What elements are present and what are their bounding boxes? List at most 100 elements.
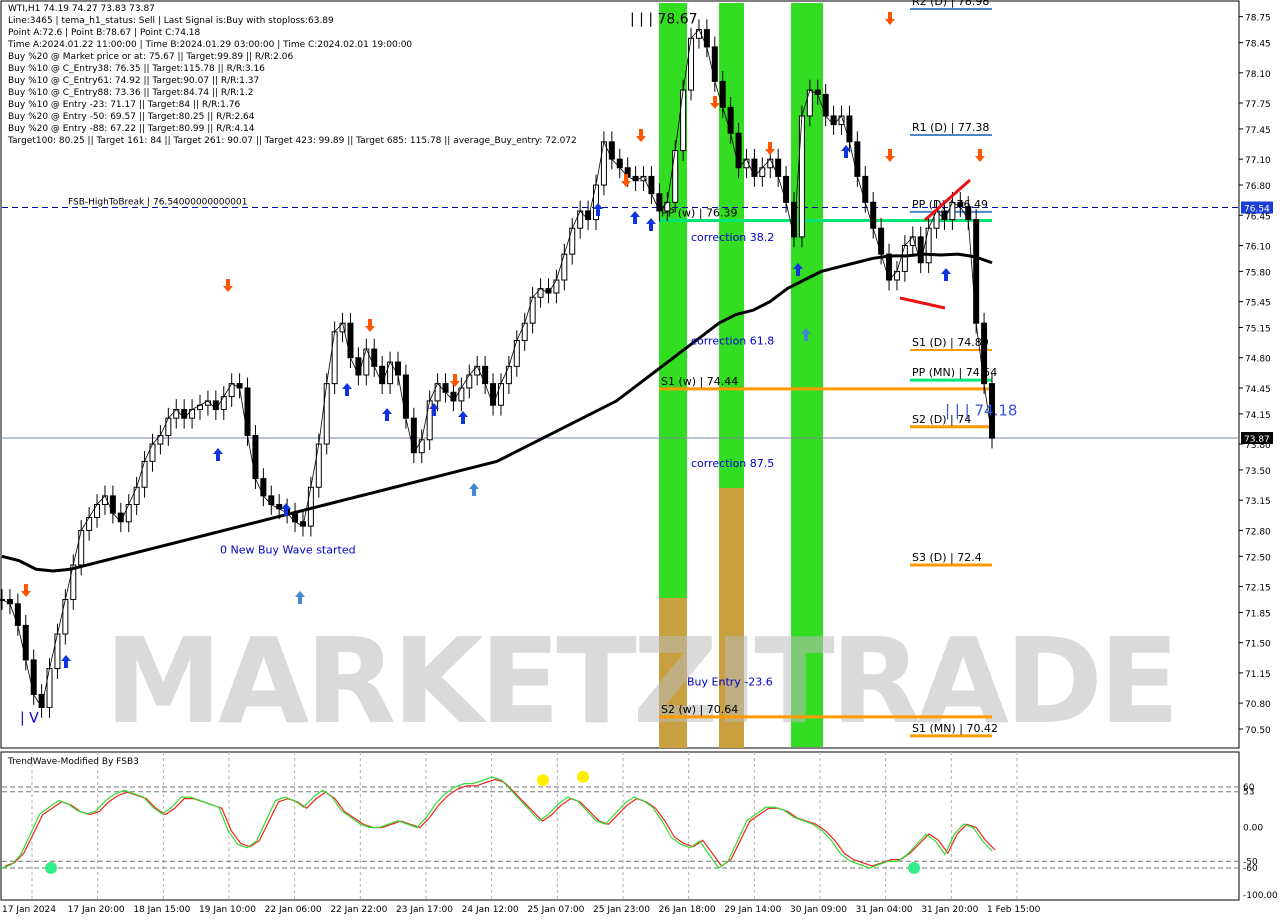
chart-annotation: correction 61.8 [691,334,774,347]
level-label: S1 (MN) | 70.42 [912,722,998,735]
y-tick-label: 72.80 [1245,527,1271,537]
candle-body [680,89,687,152]
candle-body [949,201,956,221]
level-label: S3 (D) | 72.4 [912,551,982,564]
candle-body [798,115,805,238]
y-tick-label: 75.45 [1245,299,1271,309]
y-tick-label: 75.80 [1245,268,1271,278]
candle-body [371,348,378,367]
x-tick-label: 22 Jan 06:00 [265,905,322,915]
candle-body [173,409,180,419]
candle-body [450,391,457,402]
chart-annotation: Buy Entry -23.6 [687,676,773,689]
candle-body [395,361,401,376]
oscillator-tick-label: -60 [1243,864,1258,874]
info-line: Buy %10 @ Entry -23: 71.17 || Target:84 … [8,100,241,110]
info-line: Buy %20 @ Market price or at: 75.67 || T… [8,52,294,62]
y-tick-label: 77.75 [1245,100,1271,110]
candle-body [521,322,528,341]
y-tick-label: 72.50 [1245,553,1271,563]
x-tick-label: 30 Jan 09:00 [790,905,847,915]
candle-body [497,383,504,406]
candle-body [688,37,695,91]
candle-body [925,227,932,264]
oscillator-marker [577,770,589,783]
x-tick-label: 31 Jan 20:00 [921,905,978,915]
candle-body [917,236,924,264]
info-panel: WTI,H1 74.19 74.27 73.83 73.87 Line:3465… [8,3,577,147]
candle-body [482,365,489,385]
level-label: S2 (w) | 70.64 [661,703,738,716]
candle-body [252,434,259,480]
y-tick-label: 73.15 [1245,497,1271,507]
candle-body [220,396,227,411]
x-tick-label: 22 Jan 22:00 [330,905,387,915]
candle-body [719,80,726,108]
oscillator-marker [908,862,920,874]
info-line: Point A:72.6 | Point B:78.67 | Point C:7… [8,28,201,38]
candle-body [181,409,188,419]
candle-body [434,383,441,402]
candle-body [94,504,101,518]
candle-body [157,434,164,445]
candle-body [513,339,520,367]
candle-body [727,106,734,134]
x-tick-label: 17 Jan 2024 [2,905,56,915]
candle-body [323,383,330,445]
x-tick-label: 31 Jan 04:00 [856,905,913,915]
oscillator-tick-label: -100.00 [1243,891,1278,901]
info-line: Time A:2024.01.22 11:00:00 | Time B:2024… [8,40,413,50]
candle-body [854,141,861,177]
candle-body [672,150,679,203]
candle-body [981,322,988,385]
y-tick-label: 70.50 [1245,726,1271,736]
y-tick-label: 78.75 [1245,14,1271,24]
chart-annotation: | | | 78.67 [630,11,698,27]
candle-body [490,383,497,406]
candle-body [561,253,568,281]
candle-body [806,89,813,117]
y-axis: 78.75 78.45 78.10 77.75 77.45 77.10 76.80 76.45… [1239,14,1271,736]
oscillator-label: TrendWave-Modified By FSB3 [7,757,139,767]
oscillator-pane-frame [0,751,1240,901]
candle-body [355,357,362,376]
oscillator-tick-label: 0.00 [1243,824,1263,834]
candle-body [418,439,425,454]
candle-body [244,387,251,436]
y-tick-label: 71.85 [1245,609,1271,619]
info-line: Line:3465 | tema_h1_status: Sell | Last … [8,16,334,26]
y-tick-label: 71.50 [1245,640,1271,650]
candle-body [751,158,758,177]
level-label: PP (w) | 76.39 [661,206,738,219]
info-line: Buy %10 @ C_Entry88: 73.36 || Target:84.… [8,88,254,98]
x-tick-label: 24 Jan 12:00 [462,905,519,915]
y-tick-label: 77.10 [1245,156,1271,166]
candle-body [664,201,671,212]
candle-body [347,322,354,359]
candle-body [458,387,465,402]
candle-body [973,219,980,324]
candle-body [141,460,148,488]
candle-body [46,668,53,708]
y-tick-label: 71.15 [1245,670,1271,680]
candle-body [608,141,615,160]
candle-body [901,244,908,272]
chart-annotation: correction 38.2 [691,231,774,244]
y-tick-label: 76.45 [1245,212,1271,222]
candle-body [759,167,766,177]
oscillator-tick-label: 53 [1243,788,1254,798]
x-tick-label: 25 Jan 07:00 [527,905,584,915]
chart-annotation: 0 New Buy Wave started [220,543,356,556]
candle-body [933,210,940,229]
candle-body [402,374,409,419]
x-tick-label: 19 Jan 10:00 [199,905,256,915]
fsb-label: FSB-HighToBreak | 76.54000000000001 [68,197,248,207]
candle-body [656,193,663,212]
candle-body [846,115,853,143]
candle-body [109,495,116,514]
y-tick-label: 73.80 [1245,441,1271,451]
candle-body [212,400,219,411]
candle-body [466,374,473,389]
y-tick-label: 76.10 [1245,242,1271,252]
level-label: S1 (w) | 74.44 [661,375,738,388]
